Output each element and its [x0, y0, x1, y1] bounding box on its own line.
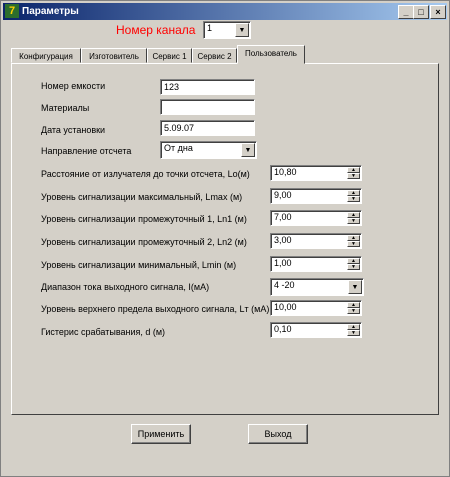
- direction-label: Направление отсчета: [41, 146, 132, 156]
- ln1-value: 7,00: [274, 212, 292, 222]
- spin-down-icon[interactable]: ▼: [347, 241, 360, 247]
- tab-manufacturer[interactable]: Изготовитель: [81, 48, 147, 63]
- tank-number-input[interactable]: 123: [160, 79, 255, 95]
- install-date-input[interactable]: 5.09.07: [160, 120, 255, 136]
- tank-number-label: Номер емкости: [41, 81, 106, 91]
- param-label-hysteresis: Гистерис срабатывания, d (м): [41, 327, 166, 337]
- spin-down-icon[interactable]: ▼: [347, 308, 360, 314]
- maximize-button[interactable]: □: [413, 5, 429, 19]
- spin-down-icon[interactable]: ▼: [347, 218, 360, 224]
- param-label-lo: Расстояние от излучателя до точки отсчет…: [41, 169, 250, 179]
- parameters-window: 7 Параметры _ □ × Номер канала 1 ▼ Конфи…: [0, 0, 450, 477]
- apply-button[interactable]: Применить: [131, 424, 191, 444]
- lo-spinner[interactable]: 10,80 ▲ ▼: [270, 165, 362, 181]
- tab-service-1[interactable]: Сервис 1: [147, 48, 192, 63]
- chevron-down-icon[interactable]: ▼: [348, 280, 362, 294]
- direction-select[interactable]: От дна ▼: [160, 141, 257, 159]
- hysteresis-value: 0,10: [274, 324, 292, 334]
- hysteresis-spinner[interactable]: 0,10 ▲ ▼: [270, 322, 362, 338]
- current-range-value: 4 -20: [274, 280, 295, 290]
- lmax-value: 9,00: [274, 190, 292, 200]
- param-label-lmax: Уровень сигнализации максимальный, Lmax …: [41, 192, 243, 202]
- close-button[interactable]: ×: [430, 5, 446, 19]
- direction-value: От дна: [164, 143, 193, 153]
- param-label-current-range: Диапазон тока выходного сигнала, I(мА): [41, 282, 210, 292]
- spin-down-icon[interactable]: ▼: [347, 173, 360, 179]
- chevron-down-icon[interactable]: ▼: [241, 143, 255, 157]
- window-title: Параметры: [22, 6, 79, 17]
- app-logo-icon: 7: [5, 4, 19, 18]
- materials-label: Материалы: [41, 103, 90, 113]
- ln2-value: 3,00: [274, 235, 292, 245]
- lmax-spinner[interactable]: 9,00 ▲ ▼: [270, 188, 362, 204]
- tab-user[interactable]: Пользователь: [237, 45, 305, 64]
- lmin-value: 1,00: [274, 258, 292, 268]
- param-label-ln1: Уровень сигнализации промежуточный 1, Ln…: [41, 214, 247, 224]
- param-label-lmin: Уровень сигнализации минимальный, Lmin (…: [41, 260, 237, 270]
- param-label-lt: Уровень верхнего предела выходного сигна…: [41, 304, 270, 314]
- materials-input[interactable]: [160, 99, 255, 115]
- spin-down-icon[interactable]: ▼: [347, 264, 360, 270]
- tab-configuration[interactable]: Конфигурация: [11, 48, 81, 63]
- install-date-label: Дата установки: [41, 125, 106, 135]
- tab-service-2[interactable]: Сервис 2: [192, 48, 237, 63]
- exit-button[interactable]: Выход: [248, 424, 308, 444]
- ln2-spinner[interactable]: 3,00 ▲ ▼: [270, 233, 362, 249]
- channel-value: 1: [207, 23, 213, 33]
- chevron-down-icon[interactable]: ▼: [235, 23, 249, 37]
- current-range-select[interactable]: 4 -20 ▼: [270, 278, 364, 296]
- title-bar[interactable]: 7 Параметры _ □ ×: [3, 3, 447, 20]
- spin-down-icon[interactable]: ▼: [347, 196, 360, 202]
- channel-label: Номер канала: [116, 23, 196, 37]
- lt-spinner[interactable]: 10,00 ▲ ▼: [270, 300, 362, 316]
- minimize-button[interactable]: _: [398, 5, 414, 19]
- lt-value: 10,00: [274, 302, 297, 312]
- channel-select[interactable]: 1 ▼: [203, 21, 251, 39]
- lmin-spinner[interactable]: 1,00 ▲ ▼: [270, 256, 362, 272]
- lo-value: 10,80: [274, 167, 297, 177]
- spin-down-icon[interactable]: ▼: [347, 330, 360, 336]
- param-label-ln2: Уровень сигнализации промежуточный 2, Ln…: [41, 237, 247, 247]
- ln1-spinner[interactable]: 7,00 ▲ ▼: [270, 210, 362, 226]
